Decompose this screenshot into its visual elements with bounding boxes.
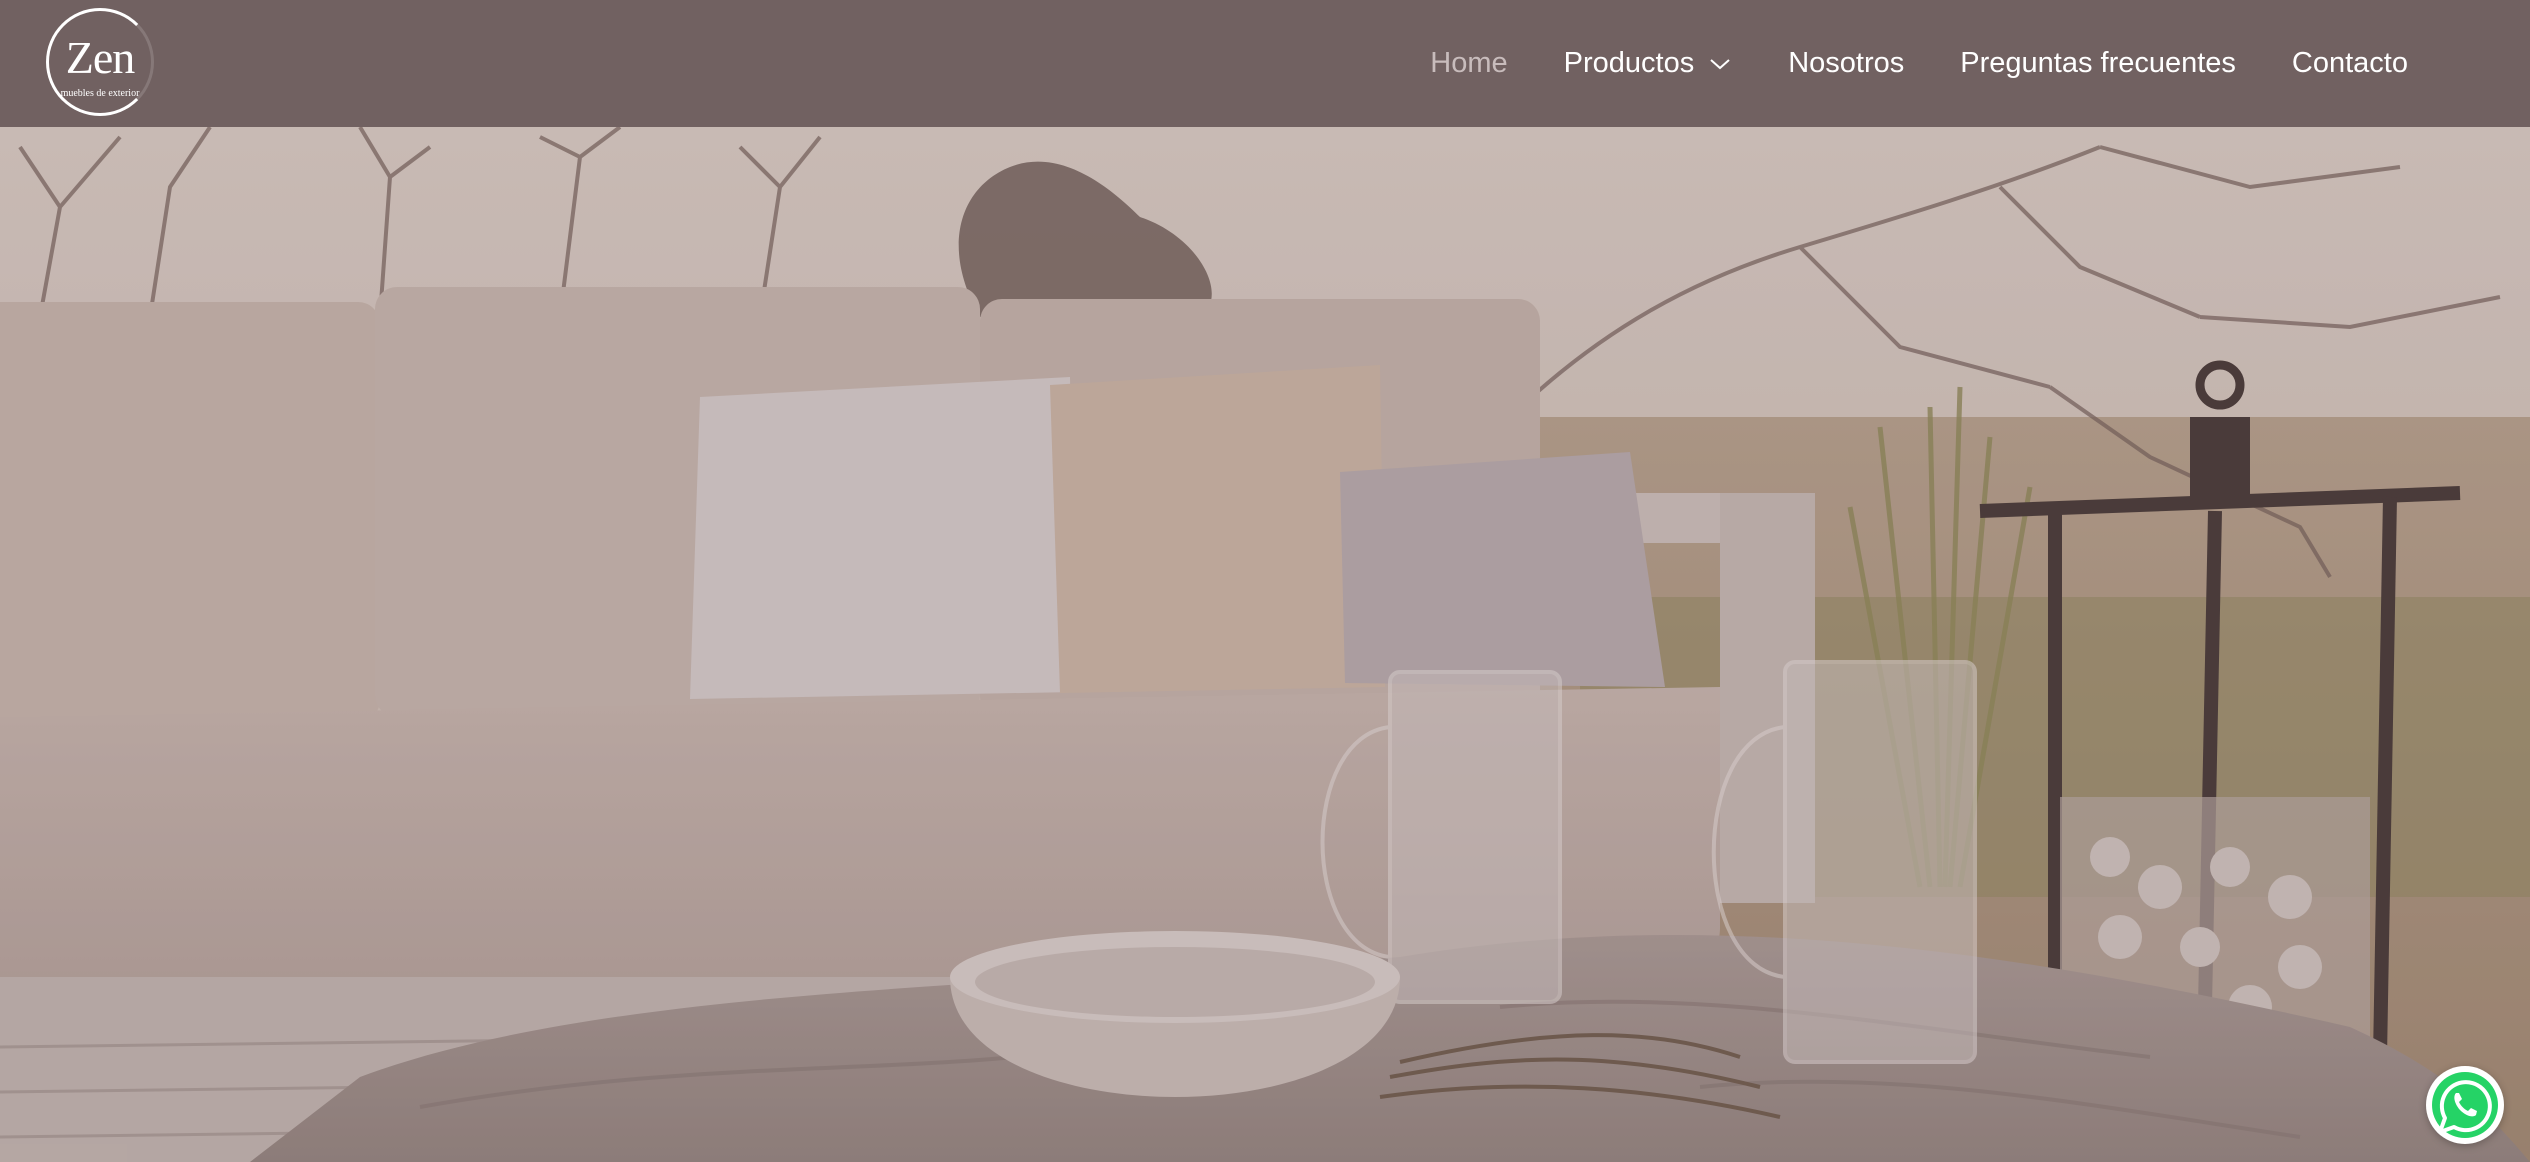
nav-productos-label: Productos [1563, 47, 1695, 79]
page: Zen muebles de exterior Home Productos N… [0, 0, 2530, 1162]
hero-image [0, 127, 2530, 1162]
nav-preguntas-frecuentes[interactable]: Preguntas frecuentes [1960, 47, 2236, 80]
nav-productos[interactable]: Productos [1564, 47, 1733, 80]
whatsapp-button[interactable] [2426, 1066, 2504, 1144]
nav-home[interactable]: Home [1430, 47, 1507, 80]
hero-banner [0, 127, 2530, 1162]
nav-faq-label: Preguntas frecuentes [1960, 47, 2236, 79]
nav-contacto[interactable]: Contacto [2292, 47, 2408, 80]
nav-home-label: Home [1430, 47, 1508, 79]
zen-logo[interactable]: Zen muebles de exterior [46, 8, 154, 116]
nav-nosotros-label: Nosotros [1788, 47, 1905, 79]
logo-word: Zen [65, 32, 136, 83]
site-header: Zen muebles de exterior Home Productos N… [0, 0, 2530, 127]
nav-nosotros[interactable]: Nosotros [1788, 47, 1904, 80]
main-nav: Home Productos Nosotros Preguntas frecue… [1374, 0, 2408, 127]
nav-contacto-label: Contacto [2291, 47, 2408, 79]
logo-tagline: muebles de exterior [60, 88, 140, 99]
whatsapp-icon [2432, 1072, 2498, 1138]
chevron-down-icon [1710, 58, 1730, 69]
